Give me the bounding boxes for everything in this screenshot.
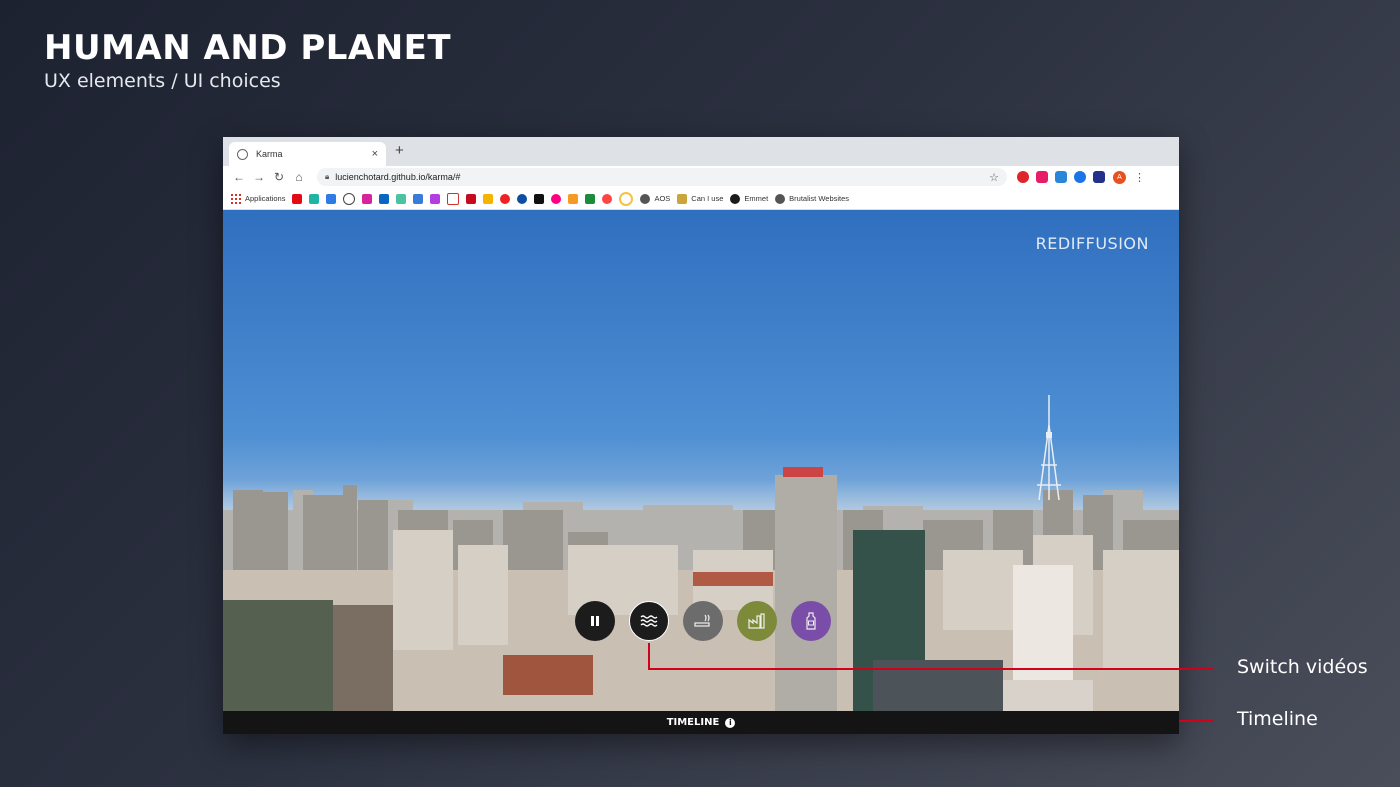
ocean-video-button[interactable]	[629, 601, 669, 641]
bookmark-icon-2[interactable]	[309, 193, 320, 204]
globe-icon	[775, 193, 786, 204]
bookmark-brutalist[interactable]: Brutalist Websites	[775, 193, 850, 204]
factory-video-button[interactable]	[737, 601, 777, 641]
instagram-bookmark-icon[interactable]	[362, 193, 373, 204]
bookmarks-bar: Applications AOS Can I use Emmet Brutali…	[223, 188, 1179, 210]
smoking-icon	[694, 614, 710, 627]
switch-videos-callout-line	[648, 668, 1214, 670]
flickr-bookmark-icon[interactable]	[551, 193, 562, 204]
url-text[interactable]: lucienchotard.github.io/karma/#	[335, 172, 989, 182]
bookmark-emmet[interactable]: Emmet	[730, 193, 769, 204]
bookmark-icon-13[interactable]	[500, 193, 511, 204]
colorzilla-extension-icon[interactable]	[1036, 171, 1048, 183]
browser-toolbar: ← → ↻ ⌂ 🔒︎ lucienchotard.github.io/karma…	[223, 166, 1179, 188]
tab-karma[interactable]: Karma ×	[229, 142, 386, 166]
w3-bookmark-icon[interactable]	[413, 193, 424, 204]
plus-extension-icon[interactable]	[1074, 171, 1086, 183]
linkedin-bookmark-icon[interactable]	[379, 193, 390, 204]
factory-icon	[748, 613, 765, 629]
bookmark-applications[interactable]: Applications	[231, 193, 286, 204]
bookmark-icon-9[interactable]	[430, 193, 441, 204]
bookmark-icon-10[interactable]	[447, 192, 460, 205]
timeline-callout: Timeline	[1237, 708, 1318, 730]
tab-bar: Karma × +	[223, 137, 1179, 166]
bookmark-applications-label: Applications	[245, 194, 286, 203]
caniuse-icon	[677, 193, 688, 204]
waves-icon	[640, 615, 658, 627]
karma-favicon-icon	[237, 148, 248, 160]
apps-grid-icon	[231, 193, 241, 204]
reload-icon[interactable]: ↻	[269, 170, 289, 184]
screenshot-extension-icon[interactable]	[1055, 171, 1067, 183]
slide-title: HUMAN AND PLANET	[44, 28, 452, 68]
bookmark-icon-20[interactable]	[619, 191, 634, 206]
video-switch-controls	[575, 601, 831, 641]
bookmark-emmet-label: Emmet	[744, 194, 769, 203]
close-tab-icon[interactable]: ×	[372, 148, 378, 160]
bookmark-icon-17[interactable]	[568, 193, 579, 204]
bottle-icon	[806, 612, 816, 630]
bookmark-icon-19[interactable]	[602, 193, 613, 204]
forward-icon[interactable]: →	[249, 170, 269, 184]
bookmark-icon-12[interactable]	[483, 193, 494, 204]
bookmark-caniuse-label: Can I use	[691, 194, 724, 203]
wappalyzer-extension-icon[interactable]	[1093, 171, 1105, 183]
pause-icon	[591, 616, 599, 626]
profile-avatar[interactable]: A	[1113, 170, 1126, 184]
timeline-bar[interactable]: TIMELINE i	[223, 711, 1179, 734]
rediffusion-watermark: REDIFFUSION	[1035, 234, 1149, 253]
browser-window: Karma × + ← → ↻ ⌂ 🔒︎ lucienchotard.githu…	[223, 137, 1179, 734]
switch-videos-callout-vertical-line	[648, 643, 650, 670]
back-icon[interactable]: ←	[229, 170, 249, 184]
spain-flag-bookmark-icon[interactable]	[466, 193, 477, 204]
bookmark-icon-4[interactable]	[343, 192, 356, 205]
emmet-icon	[730, 193, 741, 204]
bookmark-icon-18[interactable]	[585, 193, 596, 204]
timeline-callout-line	[1179, 720, 1214, 722]
opera-extension-icon[interactable]	[1017, 171, 1029, 183]
home-icon[interactable]: ⌂	[289, 170, 309, 184]
menu-dots-icon[interactable]: ⋮	[1134, 171, 1145, 184]
pause-button[interactable]	[575, 601, 615, 641]
bookmark-icon-15[interactable]	[534, 193, 545, 204]
bookmark-aos-label: AOS	[654, 194, 671, 203]
tab-title: Karma	[256, 149, 283, 159]
bookmark-star-icon[interactable]: ☆	[989, 171, 999, 184]
address-bar[interactable]: 🔒︎ lucienchotard.github.io/karma/# ☆	[317, 168, 1007, 186]
bookmark-icon-14[interactable]	[517, 193, 528, 204]
switch-videos-callout: Switch vidéos	[1237, 656, 1368, 678]
bookmark-icon-3[interactable]	[326, 193, 337, 204]
extensions-area	[1017, 171, 1105, 183]
slide-subtitle: UX elements / UI choices	[44, 70, 281, 92]
netflix-bookmark-icon[interactable]	[292, 193, 303, 204]
video-viewport[interactable]: REDIFFUSION	[223, 210, 1179, 711]
smoking-video-button[interactable]	[683, 601, 723, 641]
new-tab-button[interactable]: +	[395, 142, 404, 159]
bottle-video-button[interactable]	[791, 601, 831, 641]
lock-icon: 🔒︎	[325, 172, 330, 181]
globe-icon	[640, 193, 651, 204]
bookmark-caniuse[interactable]: Can I use	[677, 193, 724, 204]
info-icon[interactable]: i	[725, 717, 736, 728]
bookmark-icon-7[interactable]	[396, 193, 407, 204]
timeline-label: TIMELINE	[666, 717, 720, 728]
bookmark-aos[interactable]: AOS	[640, 193, 671, 204]
bookmark-brutalist-label: Brutalist Websites	[789, 194, 850, 203]
